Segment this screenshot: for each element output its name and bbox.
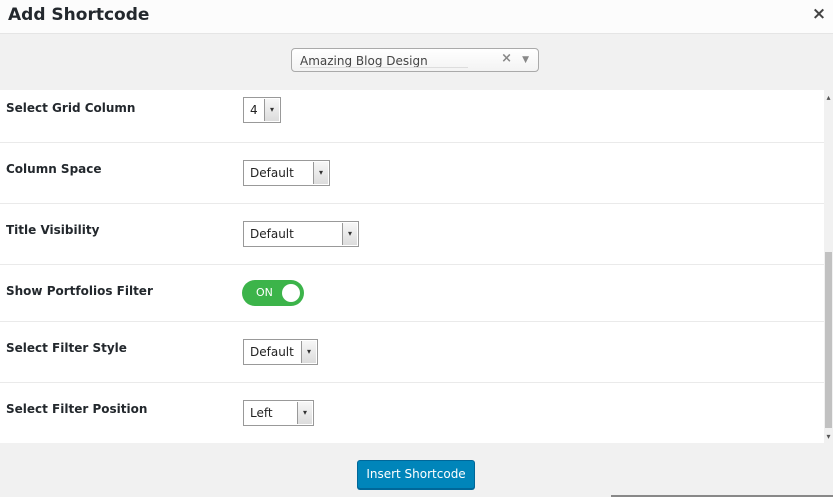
row-title-visibility: Title Visibility Default ▾ [0,204,824,265]
layout-select-value: Amazing Blog Design [300,54,428,68]
row-filter-style: Select Filter Style Default ▾ [0,322,824,383]
filter-position-value: Left [250,406,273,420]
row-column-space: Column Space Default ▾ [0,143,824,204]
title-visibility-label: Title Visibility [6,223,100,237]
toggle-knob [282,284,300,302]
title-visibility-value: Default [250,227,294,241]
grid-column-value: 4 [250,103,258,117]
scroll-up-icon[interactable]: ▴ [824,93,833,102]
chevron-down-icon: ▾ [301,341,316,363]
chevron-down-icon: ▾ [264,99,279,121]
grid-column-select[interactable]: 4 ▾ [243,97,281,123]
row-filter-position: Select Filter Position Left ▾ [0,383,824,443]
scrollbar-thumb[interactable] [825,252,832,428]
row-portfolios-filter: Show Portfolios Filter ON [0,265,824,322]
grid-column-label: Select Grid Column [6,101,136,115]
chevron-down-icon: ▾ [313,162,328,184]
close-icon[interactable]: × [809,3,829,25]
row-grid-column: Select Grid Column 4 ▾ [0,90,824,143]
title-visibility-select[interactable]: Default ▾ [243,221,359,247]
layout-select-underline [300,67,468,68]
filter-position-label: Select Filter Position [6,402,148,416]
dialog-title: Add Shortcode [8,5,150,25]
scrollbar[interactable]: ▴ ▾ [824,90,833,443]
clear-icon[interactable]: × [501,51,512,66]
layout-select[interactable]: Amazing Blog Design × ▼ [291,48,539,72]
portfolios-filter-toggle[interactable]: ON [242,280,304,306]
layout-picker-bar: Amazing Blog Design × ▼ [0,34,833,90]
dialog-header: Add Shortcode × [0,0,833,34]
dialog-footer: Insert Shortcode [0,443,833,497]
column-space-value: Default [250,166,294,180]
filter-style-value: Default [250,345,294,359]
scroll-down-icon[interactable]: ▾ [824,432,833,441]
toggle-on-text: ON [256,286,273,299]
column-space-label: Column Space [6,162,102,176]
chevron-down-icon: ▾ [342,223,357,245]
portfolios-filter-label: Show Portfolios Filter [6,284,153,298]
filter-position-select[interactable]: Left ▾ [243,400,314,426]
column-space-select[interactable]: Default ▾ [243,160,330,186]
insert-shortcode-button[interactable]: Insert Shortcode [357,460,475,489]
filter-style-select[interactable]: Default ▾ [243,339,318,365]
settings-panel: Select Grid Column 4 ▾ Column Space Defa… [0,90,824,443]
chevron-down-icon: ▾ [297,402,312,424]
chevron-down-icon[interactable]: ▼ [522,55,529,65]
filter-style-label: Select Filter Style [6,341,127,355]
